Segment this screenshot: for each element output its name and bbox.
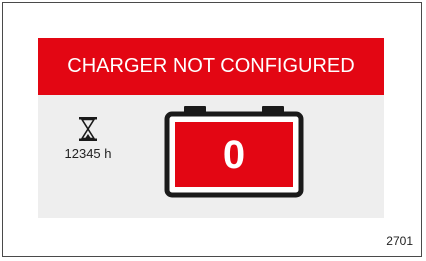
charger-display: CHARGER NOT CONFIGURED 12345 h 0 — [38, 38, 384, 218]
figure-number: 2701 — [386, 234, 413, 248]
timer-block: 12345 h — [58, 116, 118, 161]
operating-hours: 12345 h — [64, 146, 112, 161]
battery-level-value: 0 — [222, 133, 246, 177]
hourglass-icon — [79, 117, 97, 141]
status-banner: CHARGER NOT CONFIGURED — [38, 38, 384, 95]
figure-frame: CHARGER NOT CONFIGURED 12345 h 0 2701 — [2, 2, 422, 257]
battery-indicator: 0 — [164, 104, 304, 198]
